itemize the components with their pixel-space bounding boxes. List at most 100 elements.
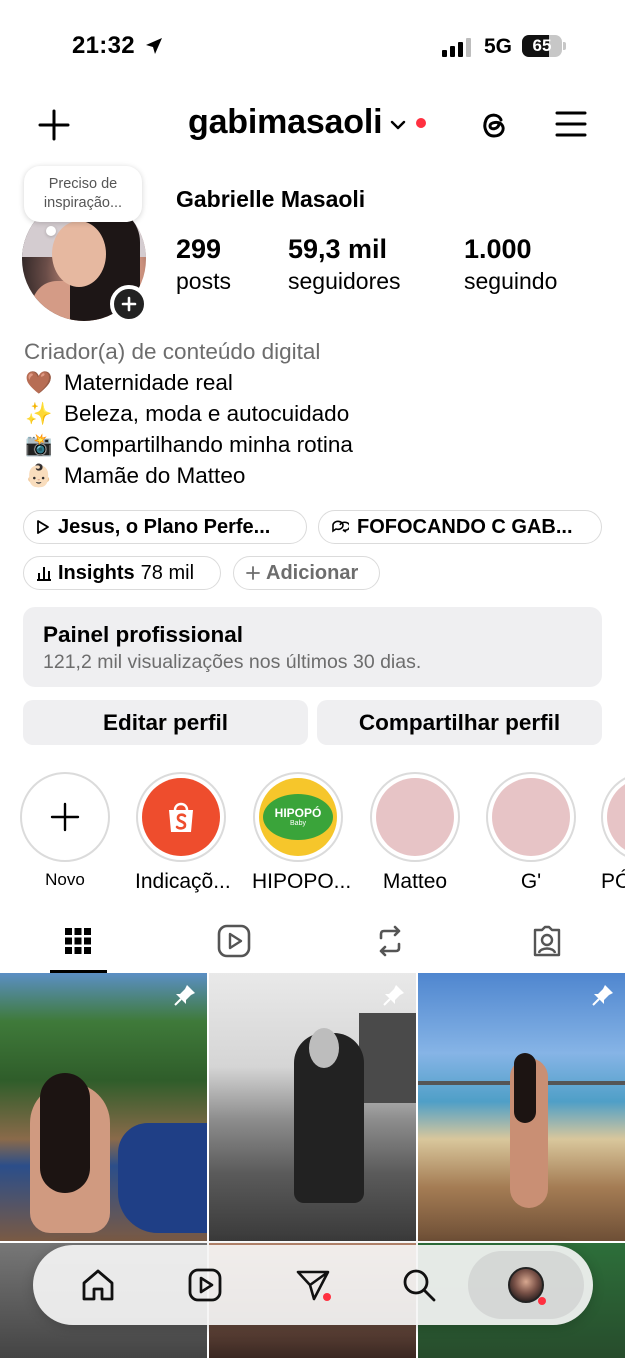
plus-icon bbox=[246, 566, 260, 580]
menu-icon[interactable] bbox=[555, 109, 587, 139]
battery-level: 65 bbox=[532, 36, 552, 55]
add-story-button[interactable] bbox=[110, 285, 148, 323]
followers-count: 59,3 mil bbox=[288, 234, 388, 264]
grid-icon[interactable] bbox=[60, 923, 96, 959]
cellular-signal-icon bbox=[442, 38, 471, 57]
bio-line: 👶🏻 Mamãe do Matteo bbox=[24, 460, 604, 491]
profile-tab[interactable] bbox=[506, 1265, 546, 1305]
threads-title: FOFOCANDO C GAB... bbox=[357, 515, 573, 538]
bottom-navigation bbox=[33, 1245, 593, 1325]
notification-dot bbox=[538, 1297, 546, 1305]
highlight-new[interactable]: Novo bbox=[19, 772, 111, 890]
bio-text: Mamãe do Matteo bbox=[64, 463, 246, 488]
reels-tab[interactable] bbox=[185, 1265, 225, 1305]
display-name: Gabrielle Masaoli bbox=[176, 186, 366, 212]
chevron-down-icon bbox=[391, 120, 406, 129]
network-type: 5G bbox=[484, 35, 513, 58]
bio-line: 📸 Compartilhando minha rotina bbox=[24, 429, 604, 460]
notification-dot bbox=[416, 117, 427, 128]
bio-line: 🤎 Maternidade real bbox=[24, 367, 604, 398]
highlight-label: Matteo bbox=[382, 870, 448, 893]
create-post-icon[interactable] bbox=[36, 107, 72, 143]
sparkles-emoji: ✨ bbox=[25, 401, 53, 426]
insights-value: 78 mil bbox=[140, 561, 195, 584]
profile-header: gabimasaoli bbox=[0, 95, 625, 155]
add-label: Adicionar bbox=[266, 561, 359, 584]
threads-icon[interactable] bbox=[477, 107, 511, 141]
plus-icon bbox=[121, 296, 137, 312]
post-thumbnail[interactable] bbox=[209, 973, 416, 1241]
bio-text: Beleza, moda e autocuidado bbox=[64, 401, 350, 426]
edit-profile-button[interactable]: Editar perfil bbox=[23, 700, 308, 745]
post-thumbnail[interactable] bbox=[418, 973, 625, 1241]
following-count: 1.000 bbox=[464, 234, 532, 264]
username: gabimasaoli bbox=[188, 103, 383, 141]
battery-icon: 65 bbox=[522, 35, 566, 57]
reels-icon[interactable] bbox=[216, 923, 252, 959]
add-pill[interactable]: Adicionar bbox=[233, 556, 380, 590]
highlight-label: G' bbox=[520, 870, 542, 893]
highlight-indicacoes[interactable]: Indicaçõ... bbox=[135, 772, 231, 894]
bar-chart-icon bbox=[37, 567, 51, 581]
home-icon bbox=[82, 1269, 114, 1301]
reels-icon bbox=[188, 1268, 222, 1302]
insights-label: Insights bbox=[58, 561, 135, 584]
dashboard-subtitle: 121,2 mil visualizações nos últimos 30 d… bbox=[43, 651, 422, 673]
posts-count: 299 bbox=[176, 234, 222, 264]
bio-line: ✨ Beleza, moda e autocuidado bbox=[24, 398, 604, 429]
bio: Criador(a) de conteúdo digital 🤎 Maternid… bbox=[24, 336, 604, 491]
home-tab[interactable] bbox=[78, 1265, 118, 1305]
camera-flash-emoji: 📸 bbox=[25, 432, 53, 457]
profile-tabs bbox=[0, 915, 625, 973]
bio-text: Compartilhando minha rotina bbox=[64, 432, 353, 457]
highlight-label: Indicaçõ... bbox=[135, 870, 231, 893]
hipopo-logo-text: HIPOPÓ bbox=[274, 805, 322, 820]
insights-pill[interactable]: Insights 78 mil bbox=[23, 556, 221, 590]
hipopo-logo: HIPOPÓ Baby bbox=[263, 794, 333, 840]
search-icon bbox=[403, 1269, 436, 1302]
baby-emoji: 👶🏻 bbox=[25, 463, 53, 488]
bio-text: Maternidade real bbox=[64, 370, 233, 395]
stat-posts[interactable]: 299 posts bbox=[176, 232, 231, 296]
stat-following[interactable]: 1.000 seguindo bbox=[464, 232, 557, 296]
music-pill[interactable]: Jesus, o Plano Perfe... bbox=[23, 510, 307, 544]
stat-followers[interactable]: 59,3 mil seguidores bbox=[288, 232, 401, 296]
search-tab[interactable] bbox=[399, 1265, 439, 1305]
highlight-hipopo[interactable]: HIPOPÓ Baby HIPOPO... bbox=[252, 772, 352, 894]
note-bubble[interactable]: Preciso de inspiração... bbox=[24, 166, 142, 222]
location-arrow-icon bbox=[146, 38, 162, 54]
notification-dot bbox=[323, 1293, 331, 1301]
plus-icon bbox=[50, 802, 80, 832]
highlight-po[interactable]: PÓ bbox=[601, 772, 625, 894]
note-text: Preciso de inspiração... bbox=[43, 176, 123, 211]
note-bubble-tail bbox=[46, 226, 56, 236]
highlight-g[interactable]: G' bbox=[485, 772, 577, 894]
highlight-label: HIPOPO... bbox=[252, 870, 352, 893]
status-time: 21:32 bbox=[72, 32, 135, 59]
posts-label: posts bbox=[176, 268, 231, 294]
chat-bubbles-icon bbox=[332, 520, 349, 533]
highlight-label: PÓ bbox=[601, 870, 625, 893]
following-label: seguindo bbox=[464, 268, 558, 294]
profile-category: Criador(a) de conteúdo digital bbox=[24, 339, 321, 364]
music-title: Jesus, o Plano Perfe... bbox=[58, 515, 271, 538]
threads-pill[interactable]: FOFOCANDO C GAB... bbox=[318, 510, 602, 544]
status-bar: 21:32 5G 65 bbox=[0, 0, 625, 90]
pin-icon bbox=[592, 985, 613, 1006]
share-profile-button[interactable]: Compartilhar perfil bbox=[317, 700, 602, 745]
dashboard-title: Painel profissional bbox=[43, 622, 244, 647]
professional-dashboard[interactable]: Painel profissional 121,2 mil visualizaç… bbox=[23, 607, 602, 687]
direct-messages-tab[interactable] bbox=[293, 1265, 333, 1305]
account-switcher[interactable]: gabimasaoli bbox=[188, 103, 427, 142]
post-thumbnail[interactable] bbox=[0, 973, 207, 1241]
play-outline-icon bbox=[37, 520, 49, 534]
tagged-icon[interactable] bbox=[529, 923, 565, 959]
pin-icon bbox=[174, 985, 195, 1006]
reposts-icon[interactable] bbox=[372, 923, 408, 959]
followers-label: seguidores bbox=[288, 268, 401, 294]
pin-icon bbox=[383, 985, 404, 1006]
highlight-label: Novo bbox=[45, 870, 85, 889]
brown-heart-emoji: 🤎 bbox=[25, 370, 53, 395]
shopping-bag-icon bbox=[169, 802, 193, 832]
highlight-matteo[interactable]: Matteo bbox=[369, 772, 461, 894]
